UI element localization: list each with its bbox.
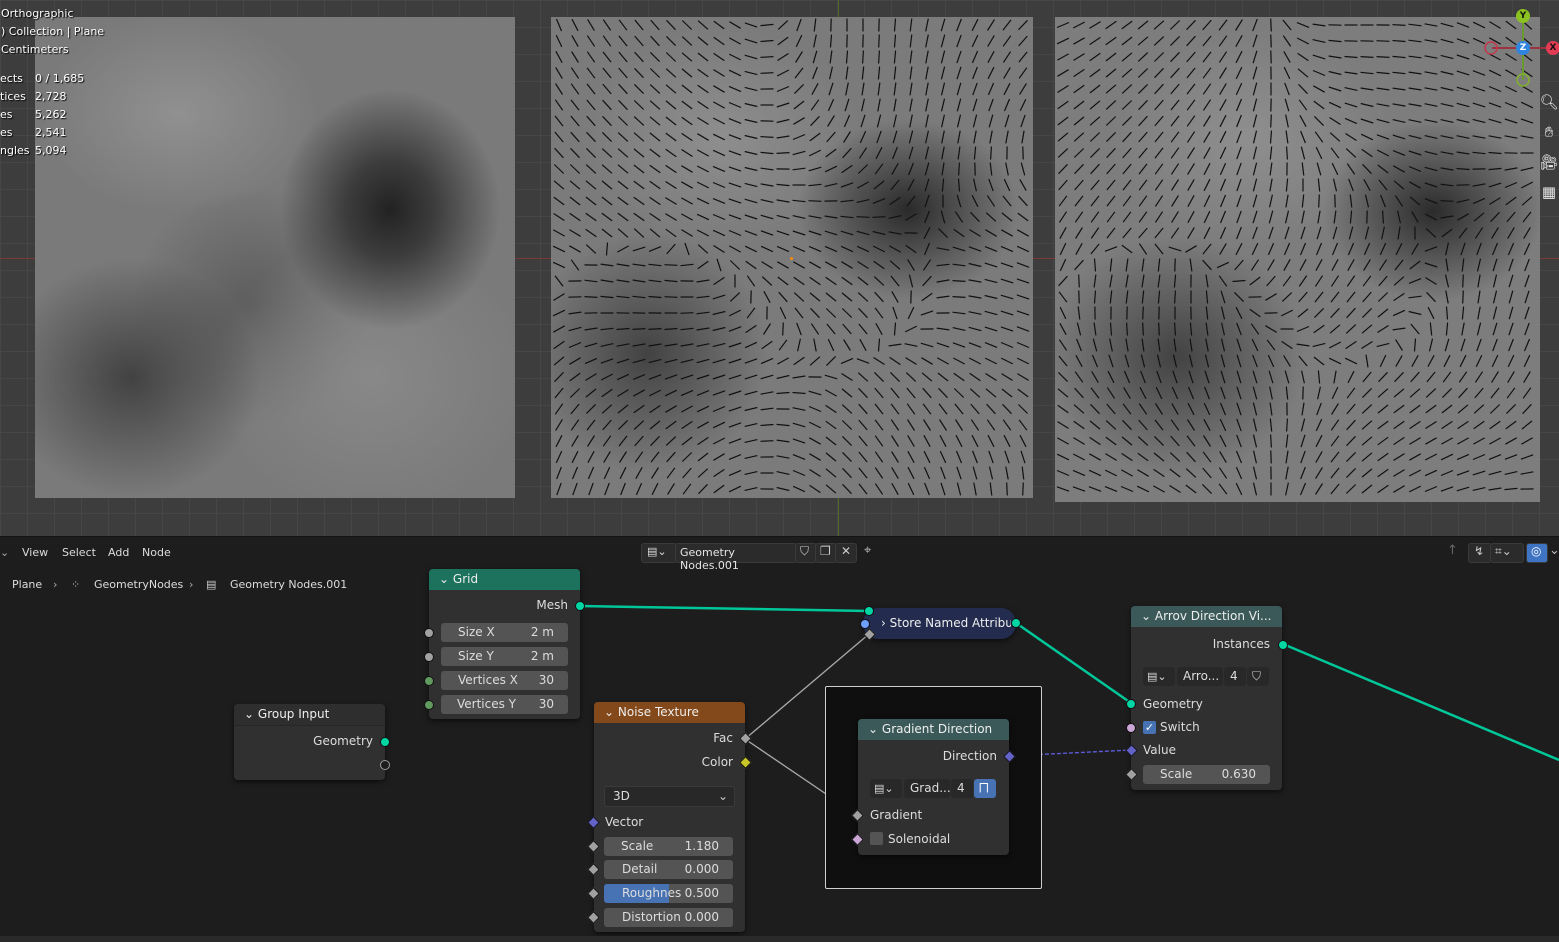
collapse-chevron-icon[interactable]: ⌄ [1141, 609, 1151, 623]
arrow-direction-node[interactable]: ⌄ Arrov Direction Vi... Instances ▤⌄ Arr… [1131, 606, 1282, 790]
grid-vertices-x-socket[interactable] [424, 676, 434, 686]
grid-node-header[interactable]: ⌄ Grid [429, 569, 580, 590]
gradient-direction-node[interactable]: ⌄ Gradient Direction Direction ▤⌄ Grad..… [858, 719, 1009, 855]
fake-user-shield-icon[interactable]: ⛉ [1247, 667, 1269, 686]
gradient-group-name-field[interactable]: Grad... [904, 779, 951, 798]
switch-checkbox[interactable]: ✓ [1143, 721, 1156, 734]
noise-texture-title: Noise Texture [617, 705, 699, 719]
noise-roughness-slider[interactable]: Roughnes 0.500 [604, 884, 733, 903]
node-tree-icon: ▤⌄ [874, 782, 894, 795]
noise-scale-field[interactable]: Scale 1.180 [604, 837, 733, 856]
group-input-header[interactable]: ⌄ Group Input [234, 704, 385, 726]
chevron-down-icon: ⌄ [717, 789, 728, 803]
grid-node-title: Grid [452, 572, 479, 586]
gradient-users-count[interactable]: 4 [951, 779, 973, 798]
noise-distortion-field[interactable]: Distortion 0.000 [604, 908, 733, 927]
arrow-group-name-field[interactable]: Arro... [1177, 667, 1223, 686]
noise-input-vector: Vector [605, 815, 644, 829]
arrow-scale-field[interactable]: Scale 0.630 [1143, 765, 1270, 784]
group-input-geometry-socket[interactable] [380, 737, 390, 747]
gradient-direction-header[interactable]: ⌄ Gradient Direction [858, 719, 1009, 740]
grid-size-y-socket[interactable] [424, 652, 434, 662]
store-named-attribute-title: Store Named Attribut [889, 616, 1011, 630]
arrow-users-count[interactable]: 4 [1224, 667, 1246, 686]
noise-texture-header[interactable]: ⌄ Noise Texture [594, 702, 745, 723]
status-bar [0, 936, 1559, 942]
grid-size-x-socket[interactable] [424, 628, 434, 638]
arrow-geometry-input-socket[interactable] [1126, 699, 1136, 709]
noise-detail-field[interactable]: Detail 0.000 [604, 860, 733, 879]
noise-texture-node[interactable]: ⌄ Noise Texture Fac Color 3D ⌄ Vector Sca… [594, 702, 745, 932]
arrow-output-instances: Instances [1212, 637, 1270, 651]
collapse-chevron-icon[interactable]: ⌄ [604, 705, 614, 719]
grid-size-x-field[interactable]: Size X2 m [441, 623, 568, 642]
noise-output-color: Color [701, 755, 733, 769]
solenoidal-checkbox[interactable] [870, 832, 883, 845]
node-tree-icon: ▤⌄ [1147, 670, 1167, 683]
group-input-title: Group Input [257, 707, 330, 721]
collapse-chevron-icon[interactable]: ⌄ [439, 572, 449, 586]
group-input-node[interactable]: ⌄ Group Input Geometry [234, 704, 385, 780]
grid-size-y-field[interactable]: Size Y2 m [441, 647, 568, 666]
arrow-direction-header[interactable]: ⌄ Arrov Direction Vi... [1131, 606, 1282, 627]
expand-chevron-icon[interactable]: › [881, 616, 886, 630]
collapse-chevron-icon[interactable]: ⌄ [868, 722, 878, 736]
grid-mesh-output-socket[interactable] [575, 601, 585, 611]
gradient-input-gradient: Gradient [870, 808, 923, 822]
store-named-attribute-node[interactable]: › Store Named Attribut [863, 608, 1016, 639]
group-input-empty-socket[interactable] [380, 760, 390, 770]
grid-vertices-y-field[interactable]: Vertices Y 30 [441, 695, 568, 714]
grid-output-mesh: Mesh [536, 598, 568, 612]
arrow-input-switch: Switch [1160, 720, 1200, 734]
fake-user-icon[interactable]: ⨅ [974, 779, 996, 798]
arrow-input-geometry: Geometry [1143, 697, 1203, 711]
gradient-direction-title: Gradient Direction [881, 722, 993, 736]
group-input-geometry-label: Geometry [313, 734, 373, 748]
group-browse-button[interactable]: ▤⌄ [870, 779, 902, 798]
noise-dimensions-select[interactable]: 3D ⌄ [604, 786, 735, 807]
gradient-input-solenoidal: Solenoidal [888, 832, 951, 846]
node-links [579, 604, 1559, 816]
arrow-instances-output-socket[interactable] [1278, 640, 1288, 650]
group-browse-button[interactable]: ▤⌄ [1143, 667, 1175, 686]
noise-output-fac: Fac [713, 731, 733, 745]
arrow-switch-input-socket[interactable] [1126, 723, 1136, 733]
arrow-direction-title: Arrov Direction Vi... [1154, 609, 1272, 623]
collapse-chevron-icon[interactable]: ⌄ [244, 707, 254, 721]
arrow-input-value: Value [1143, 743, 1176, 757]
grid-vertices-y-socket[interactable] [424, 700, 434, 710]
grid-vertices-x-field[interactable]: Vertices X 30 [441, 671, 568, 690]
store-geometry-input-socket[interactable] [864, 606, 874, 616]
gradient-output-direction: Direction [942, 749, 997, 763]
grid-node[interactable]: ⌄ Grid Mesh Size X2 m Size Y2 m Vertices… [429, 569, 580, 719]
store-geometry-output-socket[interactable] [1011, 618, 1021, 628]
